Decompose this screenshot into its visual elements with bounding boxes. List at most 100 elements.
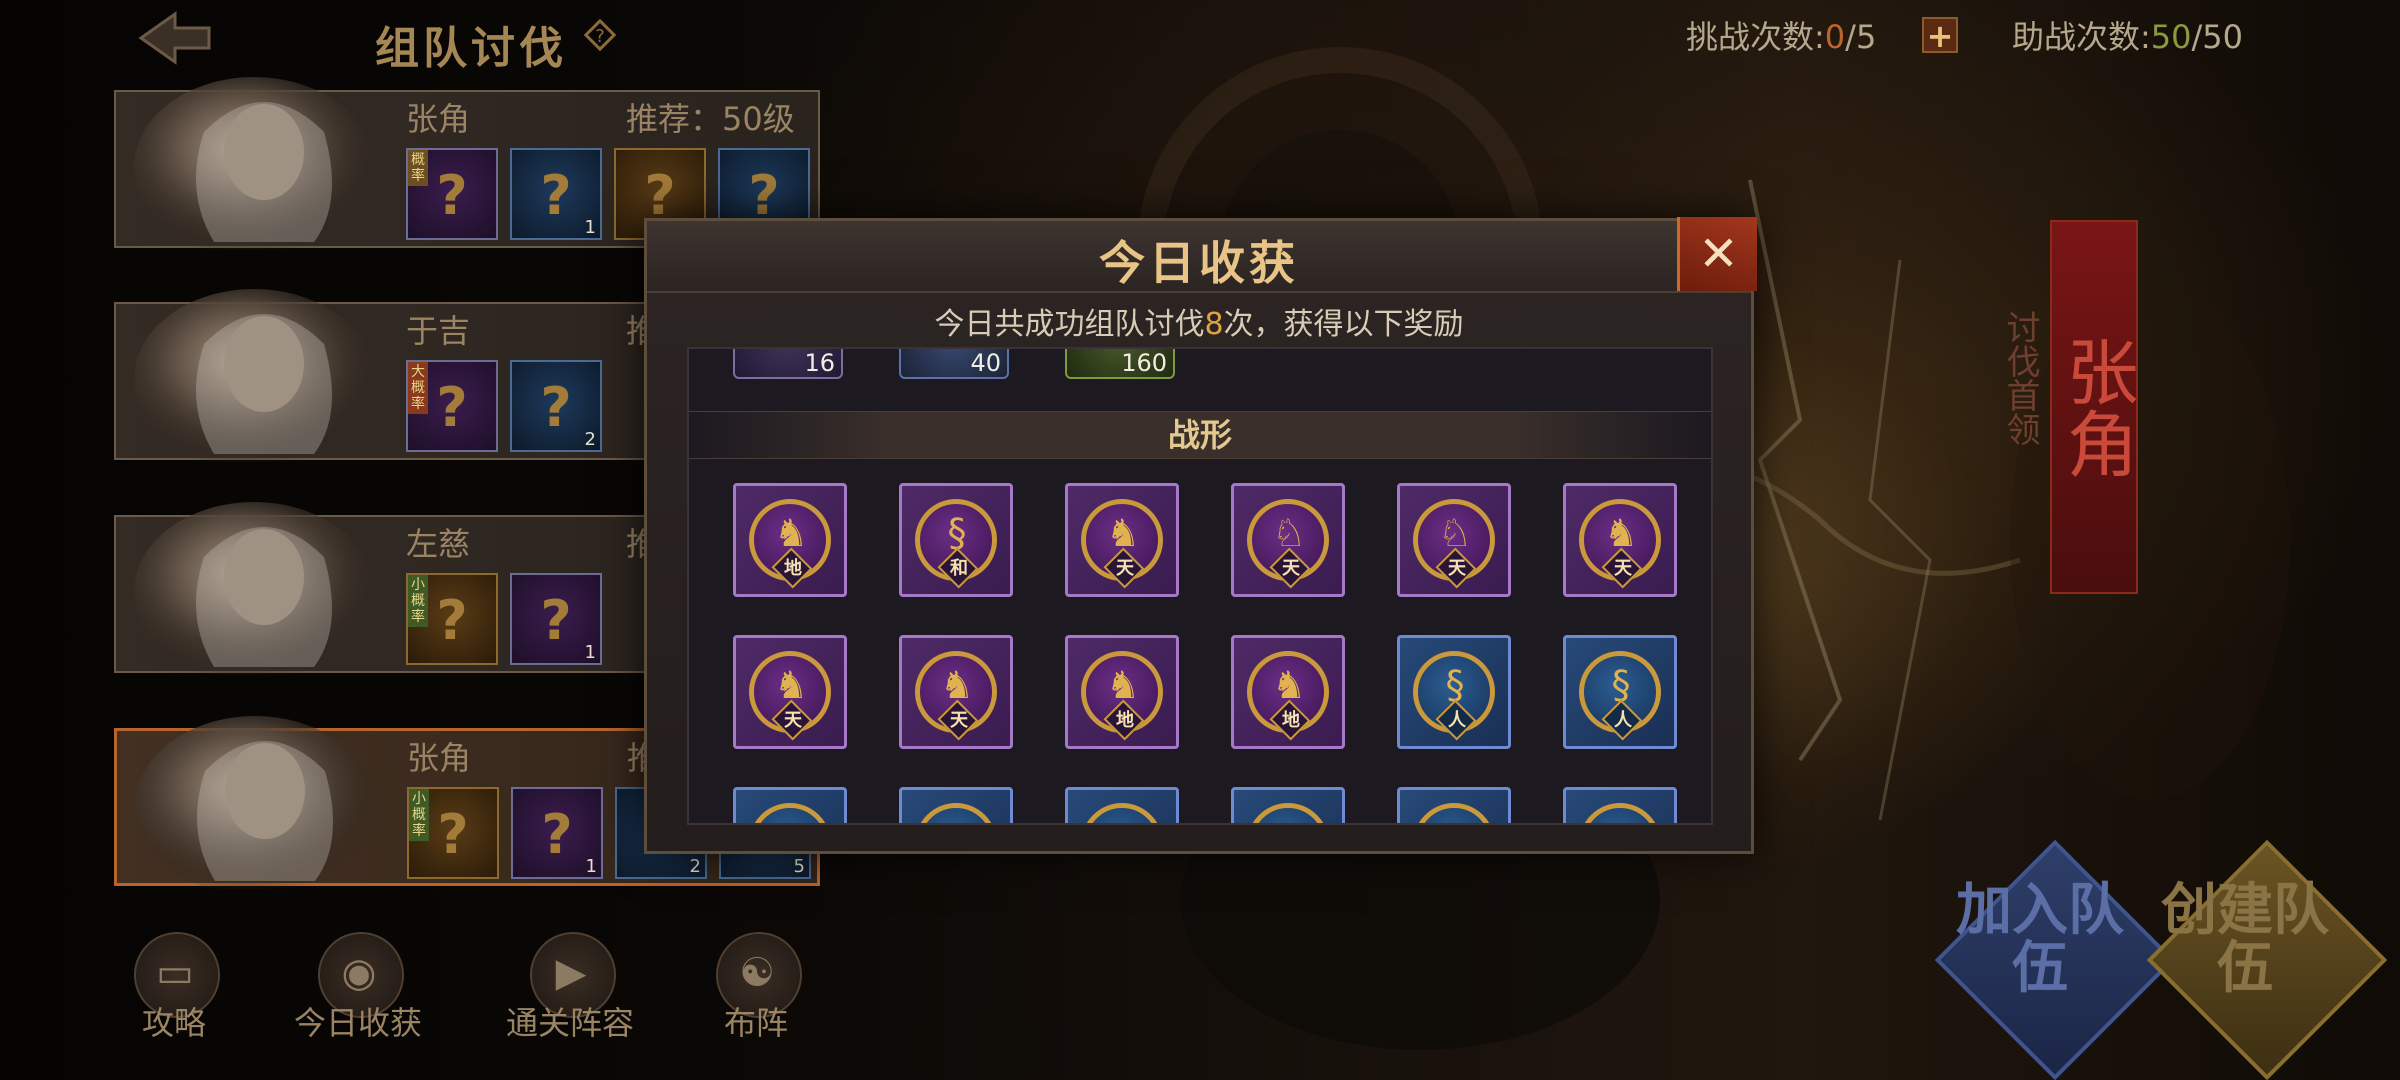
loot-item[interactable]: ? 概率 [406, 148, 498, 240]
reward-count: 160 [1121, 349, 1167, 377]
formation-mark: 天 [1448, 558, 1466, 579]
help-button[interactable]: ? [583, 18, 617, 52]
nav-camera[interactable]: ◉ 今日收获 [278, 930, 438, 1050]
back-arrow-icon [138, 11, 211, 65]
formation-item-partial[interactable] [1065, 787, 1179, 823]
loot-count: 1 [584, 217, 596, 238]
reward-item[interactable]: 40 [899, 349, 1009, 379]
challenge-count: 挑战次数:0/5 [1686, 12, 1876, 58]
formation-mark: 人 [1614, 710, 1632, 731]
formation-mark: 和 [950, 558, 968, 579]
section-title: 战形 [1167, 416, 1232, 454]
formation-item[interactable]: § 人 [1563, 635, 1677, 749]
loot-item[interactable]: ? 1 [511, 787, 603, 879]
formation-item[interactable]: ♞ 地 [733, 483, 847, 597]
loot-count: 2 [584, 429, 596, 450]
formation-item[interactable]: ♞ 天 [899, 635, 1013, 749]
subtitle-prefix: 今日共成功组队讨伐 [934, 307, 1205, 342]
close-icon: ✕ [1698, 226, 1739, 282]
formation-mark: 人 [1448, 710, 1466, 731]
formation-item[interactable]: ♞ 地 [1231, 635, 1345, 749]
assist-current: 50 [2150, 18, 2192, 56]
formation-item-partial[interactable] [1397, 787, 1511, 823]
add-challenge-button[interactable]: + [1922, 17, 1958, 53]
nav-taiji[interactable]: ☯ 布阵 [676, 930, 836, 1050]
boss-portrait [114, 497, 414, 675]
help-diamond-icon: ? [583, 18, 617, 52]
loot-item[interactable]: ? 大概率 [406, 360, 498, 452]
help-mark: ? [595, 26, 605, 47]
section-header: 战形 [689, 411, 1711, 459]
loot-item[interactable]: ? 1 [510, 148, 602, 240]
reward-scroll-list[interactable]: 战形 16 40 160 ♞ 地 § 和 ♞ 天 ♘ 天 ♘ 天 ♞ 天 ♞ 天 ♞ 天 ♞ 地 ♞ 地 § 人 § 人 [687, 347, 1713, 825]
reward-count: 16 [804, 349, 835, 377]
nav-label: 今日收获 [293, 1004, 422, 1042]
loot-count: 1 [585, 856, 597, 877]
formation-mark: 天 [1614, 558, 1632, 579]
formation-medal [915, 803, 997, 823]
back-button[interactable] [135, 8, 215, 68]
formation-item-partial[interactable] [899, 787, 1013, 823]
boss-name: 张角 [406, 100, 471, 138]
formation-item[interactable]: ♘ 天 [1397, 483, 1511, 597]
nav-video[interactable]: ▶ 通关阵容 [490, 930, 650, 1050]
create-team-text: 创建队伍 [2161, 878, 2329, 1001]
formation-item[interactable]: ♞ 天 [1065, 483, 1179, 597]
close-button[interactable]: ✕ [1677, 217, 1757, 291]
loot-item[interactable]: ? 小概率 [406, 573, 498, 665]
challenge-current: 0 [1824, 18, 1846, 56]
formation-item[interactable]: § 和 [899, 483, 1013, 597]
drop-rate-tag: 大概率 [408, 362, 428, 414]
formation-mark: 地 [1282, 710, 1300, 731]
formation-mark: 地 [784, 558, 802, 579]
loot-count: 5 [793, 856, 805, 877]
create-team-label: 创建队伍 [2160, 882, 2330, 998]
formation-item[interactable]: ♞ 地 [1065, 635, 1179, 749]
assist-label: 助战次数: [2012, 18, 2151, 56]
formation-item[interactable]: ♘ 天 [1231, 483, 1345, 597]
formation-item[interactable]: § 人 [1397, 635, 1511, 749]
modal-title: 今日收获 [1099, 236, 1299, 290]
formation-item-partial[interactable] [1231, 787, 1345, 823]
loot-item[interactable]: ?2 [510, 360, 602, 452]
banner-subtitle: 讨伐首领 [2000, 310, 2040, 446]
boss-portrait [115, 711, 415, 889]
formation-item-partial[interactable] [733, 787, 847, 823]
subtitle-suffix: 次，获得以下奖励 [1223, 307, 1464, 342]
formation-item-partial[interactable] [1563, 787, 1677, 823]
formation-medal [1413, 803, 1495, 823]
formation-medal [1247, 803, 1329, 823]
challenge-label: 挑战次数: [1686, 18, 1825, 56]
nav-label: 攻略 [141, 1004, 206, 1042]
page-title: 组队讨伐 [375, 23, 567, 74]
boss-name: 张角 [407, 739, 472, 777]
boss-portrait [114, 284, 414, 462]
boss-name: 于吉 [406, 312, 471, 350]
drop-rate-tag: 小概率 [408, 575, 428, 627]
modal-header: 今日收获 [647, 221, 1751, 293]
reward-item[interactable]: 16 [733, 349, 843, 379]
loot-item[interactable]: ? 1 [510, 573, 602, 665]
loot-count: 2 [689, 856, 701, 877]
loot-count: 1 [584, 642, 596, 663]
drop-rate-tag: 小概率 [409, 789, 429, 841]
loot-item[interactable]: ? 小概率 [407, 787, 499, 879]
modal-subtitle: 今日共成功组队讨伐8次，获得以下奖励 [647, 299, 1751, 343]
nav-label: 通关阵容 [505, 1004, 634, 1042]
drop-rate-tag: 概率 [408, 150, 428, 186]
formation-medal [1081, 803, 1163, 823]
reward-item[interactable]: 160 [1065, 349, 1175, 379]
boss-name: 左慈 [406, 525, 471, 563]
formation-item[interactable]: ♞ 天 [733, 635, 847, 749]
assist-count: 助战次数:50/50 [2012, 12, 2243, 58]
boss-portrait [114, 72, 414, 250]
formation-item[interactable]: ♞ 天 [1563, 483, 1677, 597]
challenge-total: /5 [1845, 18, 1877, 56]
nav-book[interactable]: ▭ 攻略 [94, 930, 254, 1050]
formation-mark: 天 [950, 710, 968, 731]
boss-recommend-level: 推荐：50级 [626, 100, 795, 138]
nav-label: 布阵 [723, 1004, 788, 1042]
formation-mark: 天 [1282, 558, 1300, 579]
boss-name-banner: 张角 [2050, 220, 2138, 594]
join-team-label: 加入队伍 [1955, 882, 2125, 998]
